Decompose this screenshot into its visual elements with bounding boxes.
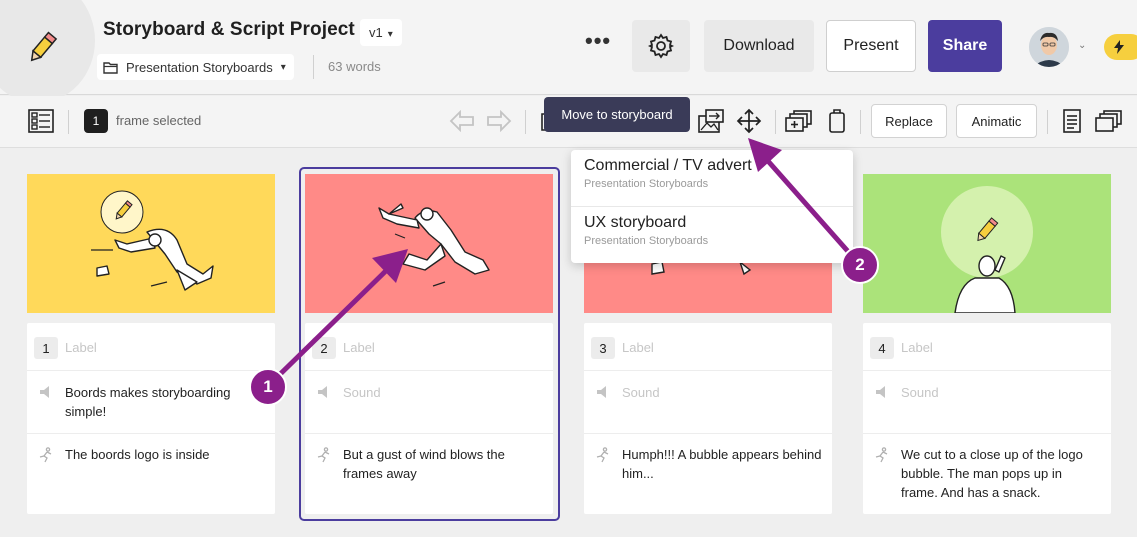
row-divider: [27, 433, 275, 434]
project-title[interactable]: Storyboard & Script Project: [103, 19, 355, 41]
version-label: v1: [369, 25, 383, 40]
speaker-icon: [876, 386, 885, 398]
menu-item-commercial[interactable]: Commercial / TV advert Presentation Stor…: [571, 150, 853, 206]
selected-frame-outline: [299, 167, 560, 521]
row-divider: [863, 370, 1111, 371]
menu-item-title: UX storyboard: [584, 214, 687, 231]
move-to-storyboard-tooltip: Move to storyboard: [544, 97, 690, 132]
frame-illustration: [91, 190, 214, 291]
move-left-button[interactable]: [447, 106, 477, 136]
comments-button[interactable]: [1094, 106, 1124, 136]
action-text[interactable]: Humph!!! A bubble appears behind him...: [622, 445, 822, 483]
frame-image-1[interactable]: [27, 174, 275, 313]
present-button[interactable]: Present: [826, 20, 916, 72]
script-view-button[interactable]: [1057, 106, 1087, 136]
toolbar-divider: [775, 110, 776, 134]
frame-label-input[interactable]: Label: [65, 340, 97, 355]
row-divider: [584, 370, 832, 371]
move-right-button[interactable]: [484, 106, 514, 136]
grid-view-button[interactable]: [26, 106, 56, 136]
menu-item-title: Commercial / TV advert: [584, 157, 752, 174]
list-view-icon: [28, 109, 54, 133]
user-avatar[interactable]: [1029, 27, 1069, 67]
stacked-frames-icon: [1095, 110, 1122, 132]
frame-illustration: [941, 186, 1033, 313]
animatic-button[interactable]: Animatic: [956, 104, 1037, 138]
download-button[interactable]: Download: [704, 20, 814, 72]
running-figure-icon: [875, 447, 888, 463]
folder-label: Presentation Storyboards: [126, 59, 273, 75]
header-divider: [313, 55, 314, 79]
row-divider: [27, 370, 275, 371]
action-text[interactable]: The boords logo is inside: [65, 445, 265, 464]
sound-text[interactable]: Boords makes storyboarding simple!: [65, 383, 265, 421]
chevron-down-icon: ▾: [387, 29, 393, 40]
settings-button[interactable]: [632, 20, 690, 72]
annotation-badge-1: 1: [249, 368, 287, 406]
arrow-left-icon: [449, 110, 474, 132]
frame-card-4[interactable]: 4 Label Sound We cut to a close up of th…: [863, 174, 1111, 514]
move-to-storyboard-menu: Commercial / TV advert Presentation Stor…: [571, 150, 853, 263]
toolbar-divider: [860, 110, 861, 134]
frame-body-1: 1 Label Boords makes storyboarding simpl…: [27, 323, 275, 514]
running-figure-icon: [596, 447, 609, 463]
bin-icon: [829, 109, 845, 133]
app-header: Storyboard & Script Project v1 ▾ Presenta…: [0, 0, 1137, 103]
frame-label-input[interactable]: Label: [901, 340, 933, 355]
avatar-portrait: [1029, 27, 1069, 67]
folder-icon: [103, 61, 118, 74]
frame-body-3: 3 Label Sound Humph!!! A bubble appears …: [584, 323, 832, 514]
action-text[interactable]: We cut to a close up of the logo bubble.…: [901, 445, 1101, 502]
sound-input[interactable]: Sound: [622, 383, 822, 402]
speaker-icon: [597, 386, 606, 398]
menu-item-ux-storyboard[interactable]: UX storyboard Presentation Storyboards: [571, 206, 853, 262]
version-select[interactable]: v1 ▾: [360, 19, 402, 46]
speaker-icon: [40, 386, 49, 398]
upgrade-button[interactable]: [1104, 34, 1137, 60]
frame-body-4: 4 Label Sound We cut to a close up of th…: [863, 323, 1111, 514]
selected-count-badge: 1: [84, 109, 108, 133]
frame-card-1[interactable]: 1 Label Boords makes storyboarding simpl…: [27, 174, 275, 514]
menu-item-subtitle: Presentation Storyboards: [584, 235, 709, 247]
toolbar-divider: [1047, 110, 1048, 134]
move-to-storyboard-button[interactable]: [696, 106, 726, 136]
share-button[interactable]: Share: [928, 20, 1002, 72]
frame-number: 3: [591, 337, 615, 359]
pencil-logo-icon[interactable]: [24, 30, 60, 66]
arrow-right-icon: [487, 110, 512, 132]
toolbar-divider: [68, 110, 69, 134]
reorder-button[interactable]: [734, 106, 764, 136]
more-options-icon[interactable]: •••: [585, 30, 611, 52]
duplicate-frames-icon: [785, 110, 812, 132]
frame-number: 4: [870, 337, 894, 359]
move-arrows-icon: [736, 108, 762, 134]
row-divider: [863, 433, 1111, 434]
folder-select[interactable]: Presentation Storyboards ▾: [97, 54, 294, 80]
running-figure-icon: [39, 447, 52, 463]
selected-label: frame selected: [116, 113, 202, 128]
annotation-badge-2: 2: [841, 246, 879, 284]
chevron-down-icon: ▾: [280, 61, 286, 73]
toolbar-divider: [525, 110, 526, 134]
word-count: 63 words: [328, 59, 381, 74]
replace-button[interactable]: Replace: [871, 104, 947, 138]
gear-icon: [647, 33, 675, 59]
move-image-icon: [698, 109, 724, 133]
document-icon: [1063, 109, 1081, 133]
frame-image-4[interactable]: [863, 174, 1111, 313]
frame-label-input[interactable]: Label: [622, 340, 654, 355]
row-divider: [584, 433, 832, 434]
frame-number: 1: [34, 337, 58, 359]
clear-frame-button[interactable]: [822, 106, 852, 136]
duplicate-button[interactable]: [784, 106, 814, 136]
sound-input[interactable]: Sound: [901, 383, 1101, 402]
menu-item-subtitle: Presentation Storyboards: [584, 178, 709, 190]
chevron-down-icon[interactable]: ⌄: [1078, 40, 1086, 51]
lightning-bolt-icon: [1114, 40, 1124, 54]
